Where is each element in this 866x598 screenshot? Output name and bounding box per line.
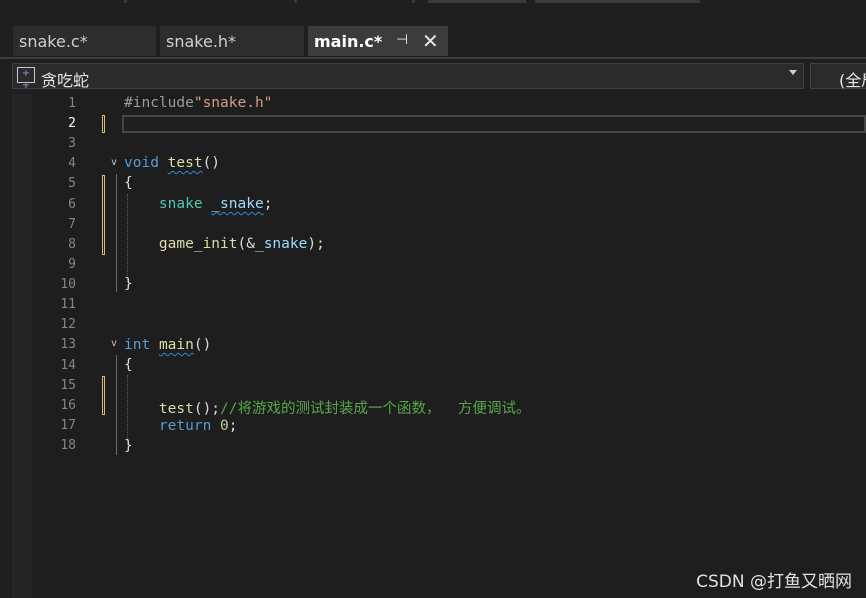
fold-region-line <box>116 355 117 455</box>
line-number: 9 <box>68 257 76 272</box>
tab-label: snake.h* <box>166 32 237 51</box>
keyword: int <box>124 337 151 353</box>
variable-name: _snake <box>254 236 308 252</box>
project-icon: + + <box>17 67 35 91</box>
number-literal: 0 <box>220 418 229 434</box>
code-line[interactable]: game_init(&_snake); <box>124 236 325 252</box>
line-number: 5 <box>68 176 76 191</box>
punctuation: ; <box>263 196 273 212</box>
function-call: game_init <box>158 236 238 252</box>
punctuation: (); <box>193 401 221 417</box>
scope-label: (全局 <box>839 71 866 90</box>
line-number: 7 <box>68 217 76 232</box>
function-name: main <box>158 337 194 353</box>
tab-label: snake.c* <box>19 32 88 51</box>
tab-label: main.c* <box>314 32 383 51</box>
chevron-down-icon[interactable]: v <box>111 157 117 168</box>
comment: //将游戏的测试封装成一个函数， 方便调试。 <box>220 401 531 417</box>
brace: } <box>124 276 133 292</box>
tab-main-c[interactable]: main.c* ⊣ ✕ <box>308 26 448 56</box>
punctuation: (& <box>237 236 255 252</box>
document-tabs: snake.c* snake.h* main.c* ⊣ ✕ <box>0 24 866 58</box>
code-line[interactable]: { <box>124 357 133 373</box>
toolbar-fragment <box>124 0 127 3</box>
line-number: 14 <box>60 358 76 373</box>
line-number: 6 <box>68 197 76 212</box>
code-line[interactable]: return 0; <box>124 418 238 434</box>
type-name: snake <box>158 196 203 212</box>
line-number: 10 <box>60 277 76 292</box>
line-number: 2 <box>68 116 76 131</box>
line-number: 12 <box>60 317 76 332</box>
code-line[interactable]: snake _snake; <box>124 196 273 212</box>
line-number: 16 <box>60 398 76 413</box>
include-string: "snake.h" <box>193 95 273 111</box>
chevron-down-icon <box>789 70 797 75</box>
chevron-down-icon[interactable]: v <box>111 338 117 349</box>
line-number: 18 <box>60 438 76 453</box>
keyword: return <box>158 418 212 434</box>
punctuation: ; <box>228 418 238 434</box>
code-line[interactable]: void test() <box>124 155 220 171</box>
fold-region-line <box>116 174 117 292</box>
brace: } <box>124 438 133 454</box>
variable-name: _snake <box>211 196 264 212</box>
line-number-gutter: 1 2 3 4 5 6 7 8 9 10 11 12 13 14 15 16 1… <box>32 94 104 598</box>
change-marker <box>102 175 105 255</box>
pin-icon[interactable]: ⊣ <box>396 32 408 48</box>
function-name: test <box>167 155 203 171</box>
close-icon[interactable]: ✕ <box>422 29 439 53</box>
keyword: void <box>124 155 159 171</box>
toolbar-fragment <box>428 0 526 3</box>
toolbar-fragment <box>535 0 700 3</box>
punctuation: () <box>193 337 212 353</box>
toolbar-fragment <box>412 0 415 3</box>
change-marker <box>102 115 105 133</box>
navigation-bar: + + 贪吃蛇 (全局 <box>0 60 866 92</box>
line-number: 13 <box>60 337 76 352</box>
indicator-margin <box>12 94 32 598</box>
change-marker <box>102 376 105 415</box>
function-call: test <box>158 401 194 417</box>
tab-snake-h[interactable]: snake.h* <box>160 26 304 56</box>
punctuation: () <box>202 155 221 171</box>
line-number: 8 <box>68 237 76 252</box>
code-line[interactable]: { <box>124 175 133 191</box>
line-number: 15 <box>60 378 76 393</box>
code-line[interactable]: } <box>124 276 133 292</box>
preprocessor-directive: #include <box>124 95 194 111</box>
line-number: 11 <box>60 297 76 312</box>
brace: { <box>124 175 133 191</box>
project-dropdown[interactable]: + + 贪吃蛇 <box>12 63 804 91</box>
code-line[interactable]: } <box>124 438 133 454</box>
punctuation: ); <box>307 236 325 252</box>
line-number: 4 <box>68 156 76 171</box>
watermark: CSDN @打鱼又晒网 <box>696 572 852 592</box>
tab-underline <box>0 57 866 59</box>
toolbar-fragment <box>294 0 297 3</box>
current-line-highlight <box>122 115 866 133</box>
line-number: 3 <box>68 136 76 151</box>
project-label: 贪吃蛇 <box>41 71 90 90</box>
title-area <box>0 0 866 24</box>
brace: { <box>124 357 133 373</box>
tab-snake-c[interactable]: snake.c* <box>13 26 156 56</box>
scope-dropdown[interactable]: (全局 <box>810 63 866 90</box>
code-line[interactable]: int main() <box>124 337 211 353</box>
code-line[interactable]: test();//将游戏的测试封装成一个函数， 方便调试。 <box>124 397 531 418</box>
line-number: 17 <box>60 418 76 433</box>
code-line[interactable]: #include"snake.h" <box>124 95 272 111</box>
line-number: 1 <box>68 96 76 111</box>
